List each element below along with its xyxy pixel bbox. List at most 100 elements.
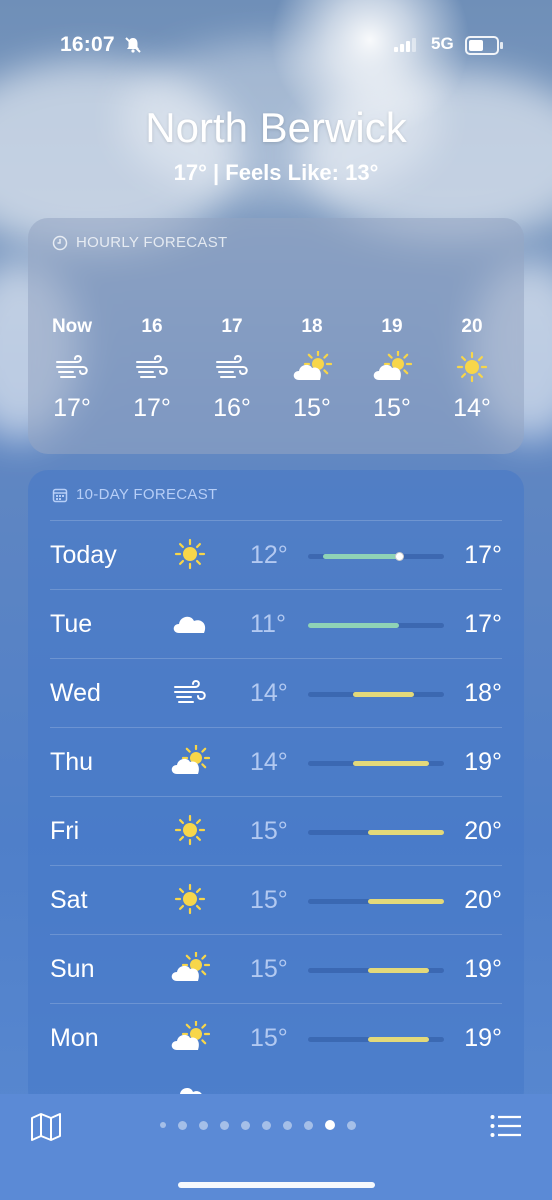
hourly-temp: 15°	[293, 394, 331, 422]
partly-sunny-icon	[170, 744, 210, 778]
daily-row[interactable]: Wed 14° 18°	[50, 658, 502, 728]
daily-high: 17°	[464, 610, 502, 638]
hourly-time: Now	[51, 316, 93, 337]
map-icon[interactable]	[30, 1112, 62, 1142]
status-bar: 16:07 5G	[0, 30, 552, 64]
temp-range-track	[308, 623, 444, 628]
hourly-temp: 14°	[453, 394, 491, 422]
temp-range-track	[308, 761, 444, 766]
hourly-time: 17	[221, 316, 243, 337]
page-dot[interactable]	[220, 1120, 229, 1130]
daily-high: 19°	[464, 955, 502, 983]
daily-high: 19°	[464, 748, 502, 776]
daily-low: 14°	[250, 679, 288, 707]
daily-high: 20°	[464, 817, 502, 845]
temp-range-track	[308, 830, 444, 835]
daily-low: 12°	[250, 541, 288, 569]
temp-range-track	[308, 968, 444, 973]
sun-icon	[170, 813, 210, 847]
hourly-item: 20 14°	[432, 316, 512, 423]
daily-high: 18°	[464, 679, 502, 707]
sun-icon	[170, 882, 210, 916]
daily-row[interactable]: Tue 11° 17°	[50, 589, 502, 659]
sun-icon	[432, 350, 512, 384]
daily-day: Thu	[50, 748, 94, 776]
network-label: 5G	[431, 34, 454, 53]
daily-high: 20°	[464, 886, 502, 914]
list-icon[interactable]	[490, 1114, 522, 1138]
hourly-time: 19	[381, 316, 403, 337]
hourly-item: 19 15°	[352, 316, 432, 423]
partly-sunny-icon	[170, 951, 210, 985]
daily-day: Mon	[50, 1024, 99, 1052]
page-dot[interactable]	[262, 1120, 271, 1130]
hourly-temp: 15°	[373, 394, 411, 422]
wind-icon	[32, 350, 112, 384]
temp-range-bar	[368, 899, 444, 904]
clock-icon	[52, 235, 68, 250]
daily-day: Tue	[50, 610, 93, 638]
calendar-icon	[52, 488, 68, 502]
hourly-time: 20	[461, 316, 483, 337]
daily-row[interactable]: Sun 15° 19°	[50, 934, 502, 1004]
hourly-forecast-card[interactable]: HOURLY FORECAST Now 17° 16 17° 17 16° 18 15…	[28, 218, 524, 454]
daily-day: Today	[50, 541, 117, 569]
partly-sunny-icon	[352, 350, 432, 384]
page-dot[interactable]	[325, 1120, 335, 1130]
page-indicator[interactable]	[160, 1120, 356, 1130]
temp-range-bar	[368, 830, 444, 835]
daily-low: 11°	[250, 610, 286, 638]
city-name: North Berwick	[145, 104, 407, 151]
temp-range-bar	[368, 1037, 429, 1042]
wind-icon	[170, 675, 210, 709]
ten-day-forecast-card[interactable]: 10-DAY FORECAST Today 12° 17° Tue 11° 17°…	[28, 470, 524, 1110]
daily-low: 15°	[250, 955, 288, 983]
temp-range-track	[308, 692, 444, 697]
temp-range-bar	[308, 623, 399, 628]
hourly-item: Now 17°	[32, 316, 112, 423]
battery-icon	[465, 36, 503, 55]
silent-bell-icon	[125, 37, 141, 53]
partly-sunny-icon	[272, 350, 352, 384]
hourly-item: 17 16°	[192, 316, 272, 423]
hourly-item: 18 15°	[272, 316, 352, 423]
status-time: 16:07	[60, 33, 115, 56]
bottom-toolbar	[0, 1094, 552, 1200]
daily-row[interactable]: Mon 15° 19°	[50, 1003, 502, 1073]
daily-row[interactable]: Sat 15° 20°	[50, 865, 502, 935]
page-dot[interactable]	[241, 1120, 250, 1130]
sun-icon	[170, 537, 210, 571]
current-temp-marker	[394, 552, 404, 561]
temp-range-bar	[353, 761, 429, 766]
temp-range-bar	[353, 692, 414, 697]
temp-range-track	[308, 1037, 444, 1042]
daily-high: 17°	[464, 541, 502, 569]
hourly-time: 16	[141, 316, 163, 337]
page-dot[interactable]	[199, 1120, 208, 1130]
daily-header-label: 10-DAY FORECAST	[76, 486, 218, 503]
daily-day: Wed	[50, 679, 101, 707]
daily-low: 15°	[250, 1024, 288, 1052]
daily-low: 15°	[250, 886, 288, 914]
daily-day: Sun	[50, 955, 95, 983]
daily-low: 14°	[250, 748, 288, 776]
current-location-dot[interactable]	[160, 1122, 166, 1128]
daily-row[interactable]: Today 12° 17°	[50, 520, 502, 590]
page-dot[interactable]	[347, 1120, 356, 1130]
page-dot[interactable]	[283, 1120, 292, 1130]
page-dot[interactable]	[178, 1120, 187, 1130]
daily-day: Sat	[50, 886, 88, 914]
temp-range-bar	[368, 968, 429, 973]
signal-icon	[394, 38, 416, 52]
temp-range-track	[308, 552, 444, 561]
hourly-time: 18	[301, 316, 323, 337]
daily-low: 15°	[250, 817, 288, 845]
hourly-temp: 17°	[133, 394, 171, 422]
home-indicator	[178, 1182, 375, 1188]
daily-row[interactable]: Thu 14° 19°	[50, 727, 502, 797]
hourly-item: 16 17°	[112, 316, 192, 423]
page-dot[interactable]	[304, 1120, 313, 1130]
daily-high: 19°	[464, 1024, 502, 1052]
daily-row[interactable]: Fri 15° 20°	[50, 796, 502, 866]
partly-sunny-icon	[170, 1020, 210, 1054]
